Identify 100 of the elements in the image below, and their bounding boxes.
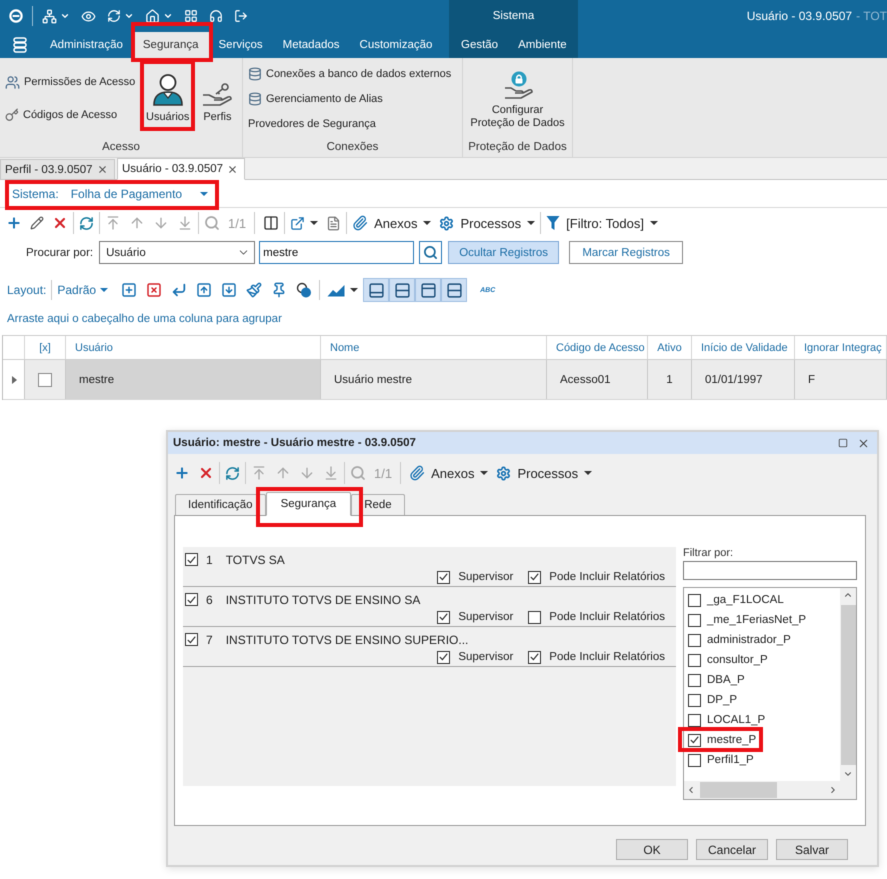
document-tab[interactable]: Perfil - 03.9.0507	[0, 159, 115, 180]
checkbox[interactable]	[688, 594, 701, 606]
menu-tab[interactable]: Ambiente	[508, 32, 577, 58]
records-button[interactable]: Ocultar Registros	[448, 241, 560, 264]
dialog-button[interactable]: OK	[616, 839, 688, 860]
column-header[interactable]: Código de Acesso	[547, 336, 648, 359]
caret-icon[interactable]	[310, 221, 318, 225]
checkbox[interactable]	[688, 714, 701, 726]
checkbox[interactable]	[688, 694, 701, 706]
dialog-tab[interactable]: Segurança	[266, 492, 352, 516]
column-header[interactable]: [x]	[25, 336, 66, 359]
checkbox[interactable]	[185, 593, 198, 606]
ribbon-large-button[interactable]: Usuários	[140, 62, 196, 130]
columns-icon[interactable]	[263, 215, 280, 231]
checkbox[interactable]	[688, 734, 701, 746]
caret-icon[interactable]	[527, 221, 536, 225]
headphones-icon[interactable]	[209, 9, 223, 23]
system-select[interactable]: Folha de Pagamento	[70, 186, 208, 200]
checkbox[interactable]	[688, 614, 701, 626]
dialog-tab[interactable]: Rede	[351, 494, 405, 515]
home-icon[interactable]	[145, 8, 160, 24]
hand-key-icon[interactable]	[201, 82, 234, 106]
delete-square-icon[interactable]	[146, 282, 162, 298]
checkbox[interactable]	[528, 650, 542, 664]
search-button[interactable]	[419, 241, 442, 264]
close-icon[interactable]	[97, 164, 108, 175]
layout-toggle-button[interactable]	[441, 278, 468, 302]
settings-icon[interactable]	[496, 466, 512, 480]
checkbox[interactable]	[437, 610, 450, 624]
ribbon-button[interactable]: Gerenciamento de Alias	[248, 89, 462, 109]
rows-icon[interactable]	[446, 282, 463, 298]
panel-top-icon[interactable]	[420, 282, 437, 298]
menu-tab[interactable]: Gestão	[451, 32, 508, 58]
rows-icon[interactable]	[394, 282, 411, 298]
menu-tab[interactable]: Administração	[40, 32, 133, 58]
chevron-down-icon[interactable]	[60, 11, 70, 21]
hand-lock-icon[interactable]	[502, 71, 532, 99]
panel-bottom-icon[interactable]	[368, 282, 385, 298]
logout-icon[interactable]	[234, 9, 248, 23]
checkbox[interactable]	[437, 650, 450, 664]
filter-button[interactable]: [Filtro: Todos]	[546, 215, 658, 231]
caret-icon[interactable]	[423, 221, 432, 225]
search-icon[interactable]	[423, 245, 438, 260]
key-icon[interactable]	[5, 108, 19, 122]
database-icon[interactable]	[248, 92, 262, 106]
checkbox[interactable]	[437, 570, 450, 584]
refresh-icon[interactable]	[79, 216, 94, 230]
menu-tab[interactable]: Serviços	[208, 32, 273, 58]
checkbox[interactable]	[528, 570, 542, 584]
pin-icon[interactable]	[271, 282, 288, 298]
attachments-button[interactable]: Anexos	[409, 465, 488, 481]
circles-icon[interactable]	[296, 282, 312, 298]
processes-button[interactable]: Processos	[439, 216, 536, 230]
document-icon[interactable]	[326, 216, 342, 230]
layout-preset-button[interactable]: Padrão	[57, 283, 108, 297]
profile-name[interactable]: consultor_P	[707, 654, 768, 666]
maximize-icon[interactable]	[838, 438, 848, 448]
records-button[interactable]: Marcar Registros	[569, 241, 684, 264]
checkbox[interactable]	[688, 634, 701, 646]
layout-toggle-button[interactable]	[363, 278, 390, 302]
user-icon[interactable]	[150, 72, 185, 106]
return-arrow-icon[interactable]	[171, 282, 188, 298]
chevron-down-icon[interactable]	[124, 11, 134, 21]
stack-icon[interactable]	[13, 37, 27, 53]
column-header[interactable]: Nome	[321, 336, 547, 359]
processes-button[interactable]: Processos	[496, 466, 592, 480]
dialog-button[interactable]: Salvar	[776, 839, 848, 860]
document-tab[interactable]: Usuário - 03.9.0507	[117, 158, 245, 180]
grid-icon[interactable]	[184, 9, 198, 23]
checkbox[interactable]	[688, 674, 701, 686]
profile-name[interactable]: DP_P	[707, 694, 738, 706]
checkbox[interactable]	[688, 654, 701, 666]
scrollbar-thumb[interactable]	[840, 605, 856, 765]
checkbox[interactable]	[528, 610, 542, 624]
ribbon-button[interactable]: Permissões de Acesso	[5, 72, 140, 92]
export-icon[interactable]	[290, 216, 306, 230]
eye-icon[interactable]	[81, 8, 96, 24]
profile-name[interactable]: Perfil1_P	[707, 754, 754, 766]
menu-tab[interactable]: Customização	[350, 32, 442, 58]
refresh-icon[interactable]	[107, 9, 121, 23]
arrow-down-square-icon[interactable]	[221, 282, 238, 298]
checkbox[interactable]	[38, 372, 52, 386]
profile-name[interactable]: administrador_P	[707, 634, 791, 646]
add-icon[interactable]	[174, 465, 190, 481]
ribbon-button[interactable]: Provedores de Segurança	[248, 114, 462, 134]
caret-icon[interactable]	[584, 471, 592, 475]
checkbox[interactable]	[688, 754, 701, 766]
paperclip-icon[interactable]	[409, 465, 426, 481]
ribbon-large-button[interactable]: Perfis	[195, 62, 240, 130]
profile-name[interactable]: DBA_P	[707, 674, 745, 686]
column-header[interactable]: Ativo	[648, 336, 692, 359]
horizontal-scrollbar[interactable]	[684, 781, 840, 799]
scrollbar-thumb[interactable]	[700, 782, 777, 798]
database-icon[interactable]	[248, 67, 262, 81]
filter-icon[interactable]	[546, 215, 560, 231]
network-icon[interactable]	[42, 8, 57, 24]
profile-name[interactable]: _ga_F1LOCAL	[707, 594, 784, 606]
ribbon-button[interactable]: Conexões a banco de dados externos	[248, 64, 462, 84]
layout-toggle-button[interactable]	[415, 278, 442, 302]
search-field-select[interactable]: Usuário	[99, 241, 256, 264]
